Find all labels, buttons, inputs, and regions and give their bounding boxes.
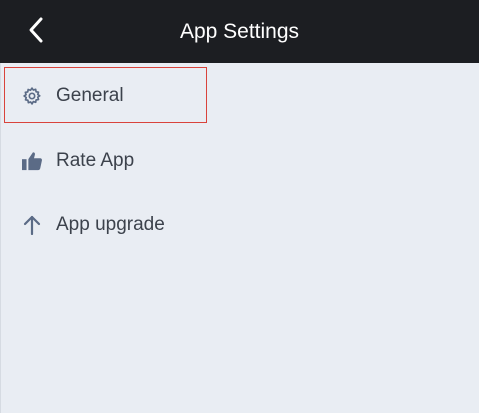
settings-item-rate-app[interactable]: Rate App [1,131,479,191]
selection-highlight [4,67,207,123]
page-title: App Settings [179,20,300,43]
settings-list: General Rate App App upgrade [0,63,479,413]
arrow-up-icon [21,214,43,236]
app-bar: App Settings [0,0,479,63]
thumbs-up-icon [21,150,43,172]
settings-item-app-upgrade[interactable]: App upgrade [1,195,479,255]
settings-item-label: App upgrade [56,214,165,235]
settings-item-label: Rate App [56,150,135,171]
